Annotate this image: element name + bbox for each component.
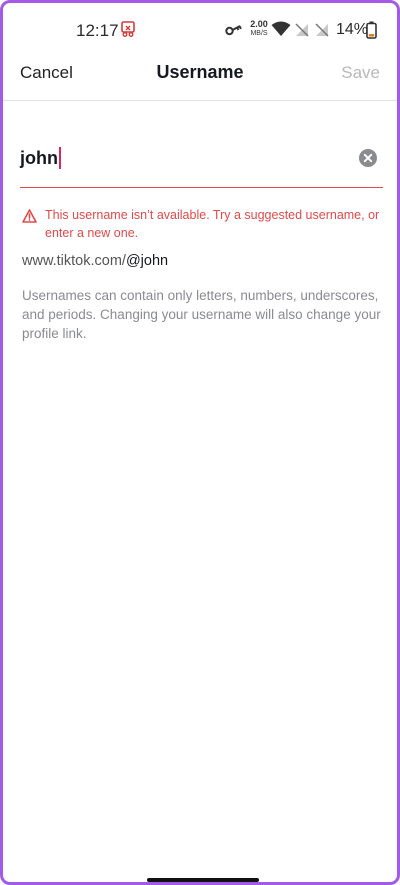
text-cursor: [59, 147, 61, 169]
sim-off-icon: [295, 23, 309, 42]
username-help-text: Usernames can contain only letters, numb…: [22, 288, 381, 341]
top-bar: Cancel Username Save: [3, 57, 397, 101]
error-text: This username isn’t available. Try a sug…: [45, 208, 380, 240]
profile-link: www.tiktok.com/@john: [22, 253, 168, 269]
warning-icon: [22, 209, 37, 228]
username-field[interactable]: john: [20, 137, 383, 188]
status-time: 12:17: [76, 21, 119, 40]
sim-off-icon: [315, 23, 329, 42]
profile-link-handle: @john: [125, 253, 169, 269]
username-value: john: [20, 147, 58, 168]
battery-icon: [366, 21, 377, 44]
screen-record-icon: [121, 21, 135, 42]
status-bar: 12:17 2.00 MB/S 14%: [3, 3, 397, 57]
save-button[interactable]: Save: [341, 63, 380, 83]
phone-screen: 12:17 2.00 MB/S 14% Cancel Username Save…: [0, 0, 400, 885]
wifi-icon: [271, 21, 291, 42]
profile-link-prefix: www.tiktok.com/: [22, 253, 126, 269]
username-input[interactable]: john: [20, 147, 61, 169]
speed-unit: MB/S: [250, 30, 268, 37]
key-icon: [225, 23, 243, 41]
home-indicator[interactable]: [147, 878, 259, 882]
clear-icon[interactable]: [359, 149, 377, 167]
page-title: Username: [156, 62, 244, 82]
battery-percent: 14%: [336, 21, 369, 38]
speed-value: 2.00: [250, 19, 268, 29]
network-speed: 2.00 MB/S: [248, 20, 270, 38]
